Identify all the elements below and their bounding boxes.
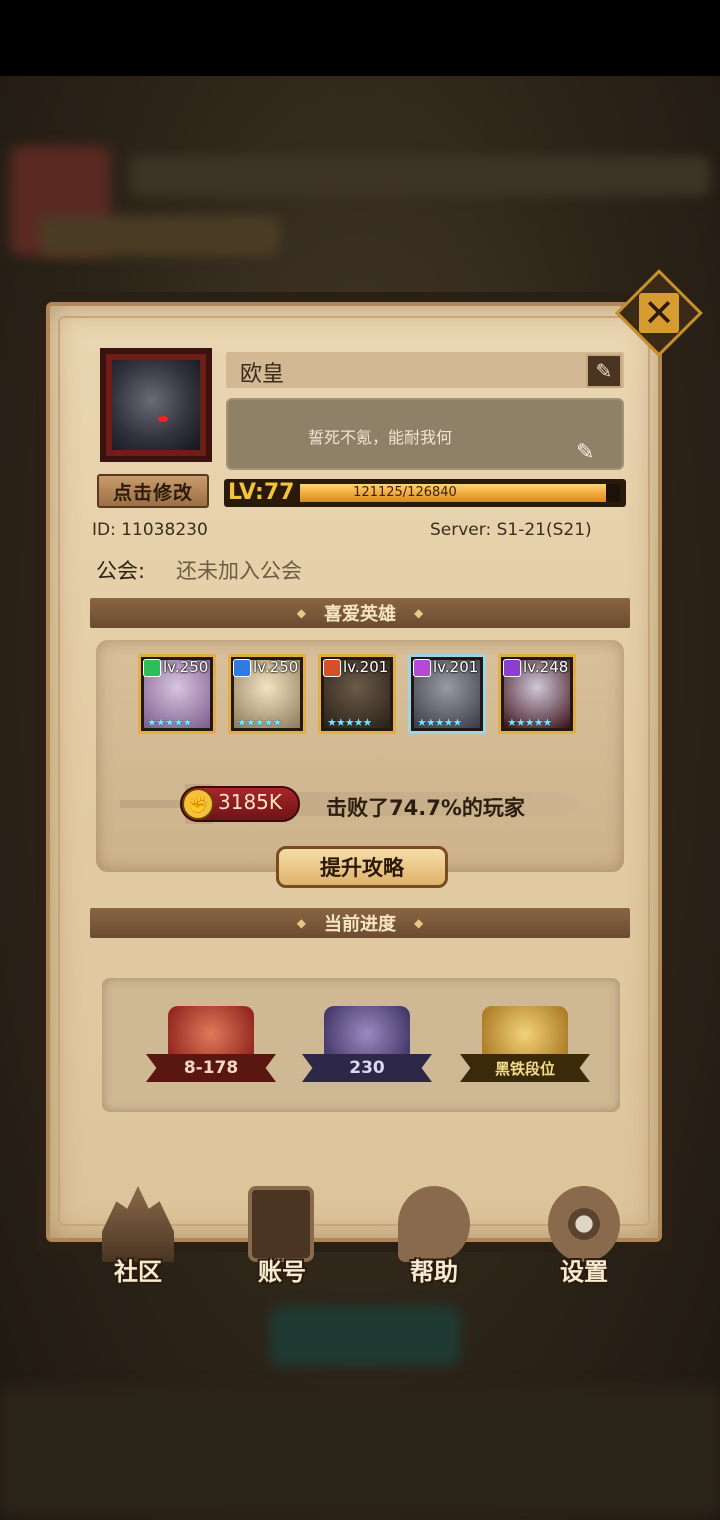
power-value: 3185K bbox=[218, 790, 283, 814]
name-bar bbox=[226, 352, 624, 388]
hero-level: lv.250 bbox=[163, 658, 209, 676]
defeated-text: 击败了74.7%的玩家 bbox=[326, 796, 525, 820]
favorite-heroes-banner: ◆ 喜爱英雄 ◆ bbox=[90, 598, 630, 628]
server-info: Server: S1-21(S21) bbox=[430, 520, 592, 540]
hero-stars: ★★★★★ bbox=[327, 716, 372, 729]
account-button[interactable]: 账号 bbox=[232, 1186, 332, 1290]
background-blob bbox=[270, 1306, 460, 1366]
background-blob bbox=[0, 1386, 720, 1516]
hero-stars: ★★★★★ bbox=[147, 716, 192, 729]
signature-text: 誓死不氪，能耐我何 bbox=[307, 428, 452, 447]
guild-value: 还未加入公会 bbox=[176, 559, 302, 583]
diamond-ornament-icon: ◆ bbox=[296, 606, 306, 620]
account-card-icon bbox=[248, 1186, 314, 1262]
hero-card[interactable]: lv.248 ★★★★★ bbox=[498, 654, 576, 734]
settings-label: 设置 bbox=[560, 1258, 608, 1286]
avatar-eye-detail bbox=[158, 416, 168, 422]
hero-level: lv.248 bbox=[523, 658, 569, 676]
tower-progress-label: 230 bbox=[302, 1054, 432, 1082]
guild-label: 公会: bbox=[96, 559, 146, 583]
community-label: 社区 bbox=[114, 1258, 162, 1286]
favorite-heroes-title: 喜爱英雄 bbox=[324, 604, 396, 625]
player-id: ID: 11038230 bbox=[92, 520, 208, 540]
hero-level: lv.250 bbox=[253, 658, 299, 676]
close-icon[interactable]: ✕ bbox=[628, 282, 690, 344]
hero-element-icon bbox=[503, 659, 521, 677]
fist-icon: ✊ bbox=[182, 788, 214, 820]
background-blob bbox=[130, 156, 710, 196]
castle-icon bbox=[102, 1186, 174, 1262]
help-label: 帮助 bbox=[410, 1258, 458, 1286]
edit-name-button[interactable]: ✎ bbox=[586, 354, 622, 388]
hero-stars: ★★★★★ bbox=[507, 716, 552, 729]
exp-text: 121125/126840 bbox=[353, 485, 457, 500]
gear-icon bbox=[548, 1186, 620, 1262]
hero-card[interactable]: lv.250 ★★★★★ bbox=[138, 654, 216, 734]
hero-level: lv.201 bbox=[433, 658, 479, 676]
rank-badge[interactable]: 黑铁段位 bbox=[460, 1000, 590, 1088]
hero-element-icon bbox=[323, 659, 341, 677]
edit-portrait-button[interactable]: 点击修改 bbox=[97, 474, 209, 508]
hero-stars: ★★★★★ bbox=[237, 716, 282, 729]
improve-strategy-button[interactable]: 提升攻略 bbox=[276, 846, 448, 888]
sword-tower-icon bbox=[324, 1006, 410, 1062]
hero-stars: ★★★★★ bbox=[417, 716, 462, 729]
account-label: 账号 bbox=[258, 1258, 306, 1286]
avatar-portrait bbox=[112, 360, 200, 450]
book-icon bbox=[168, 1006, 254, 1062]
hero-card[interactable]: lv.201 ★★★★★ bbox=[408, 654, 486, 734]
stage-progress-label: 8-178 bbox=[146, 1054, 276, 1082]
avatar[interactable] bbox=[100, 348, 212, 462]
diamond-ornament-icon: ◆ bbox=[296, 916, 306, 930]
hero-card[interactable]: lv.201 ★★★★★ bbox=[318, 654, 396, 734]
player-name: 欧皇 bbox=[240, 362, 285, 387]
hero-element-icon bbox=[143, 659, 161, 677]
level-label: LV:77 bbox=[228, 480, 295, 505]
hero-card[interactable]: lv.250 ★★★★★ bbox=[228, 654, 306, 734]
hero-element-icon bbox=[233, 659, 251, 677]
tower-progress-badge[interactable]: 230 bbox=[302, 1000, 432, 1088]
hero-level: lv.201 bbox=[343, 658, 389, 676]
settings-button[interactable]: 设置 bbox=[534, 1186, 634, 1290]
stage-progress-badge[interactable]: 8-178 bbox=[146, 1000, 276, 1088]
hero-element-icon bbox=[413, 659, 431, 677]
community-button[interactable]: 社区 bbox=[88, 1186, 188, 1290]
current-progress-banner: ◆ 当前进度 ◆ bbox=[90, 908, 630, 938]
crossed-swords-icon bbox=[482, 1006, 568, 1062]
help-button[interactable]: 帮助 bbox=[384, 1186, 484, 1290]
pencil-icon: ✎ bbox=[595, 359, 613, 383]
speech-bubble-icon bbox=[398, 1186, 470, 1262]
diamond-ornament-icon: ◆ bbox=[414, 606, 424, 620]
current-progress-title: 当前进度 bbox=[324, 914, 396, 935]
rank-label: 黑铁段位 bbox=[460, 1054, 590, 1082]
diamond-ornament-icon: ◆ bbox=[414, 916, 424, 930]
background-blob bbox=[40, 216, 280, 256]
pencil-icon[interactable]: ✎ bbox=[576, 440, 594, 465]
